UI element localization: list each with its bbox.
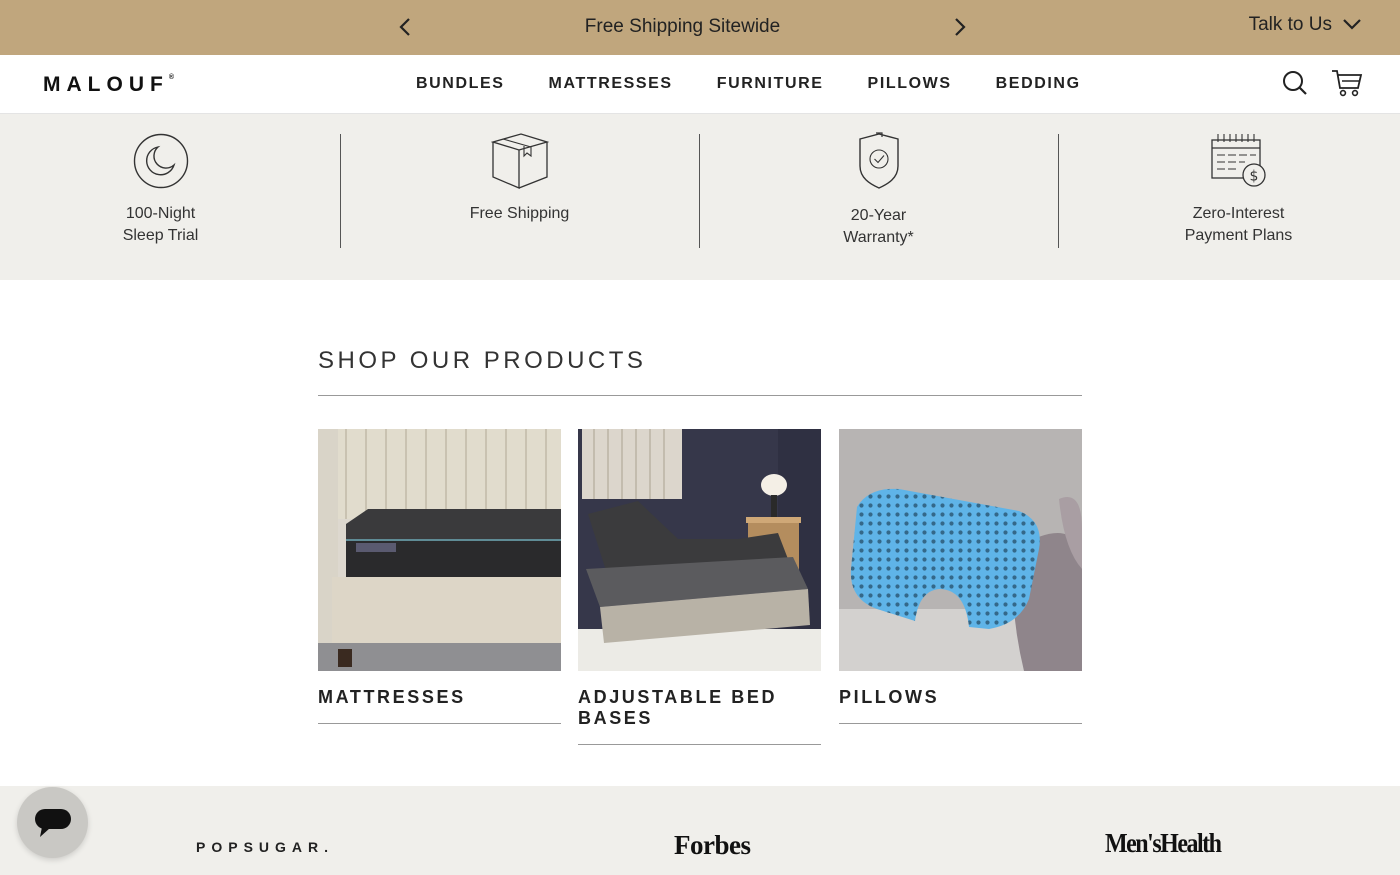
pillow-image [839, 429, 1082, 671]
benefits-strip: 100-Night Sleep Trial Free Shipping 20-Y… [0, 114, 1400, 280]
product-card-mattresses[interactable]: MATTRESSES [318, 429, 561, 724]
mattress-image [318, 429, 561, 671]
nav-bedding[interactable]: BEDDING [996, 75, 1081, 93]
moon-icon [132, 132, 190, 195]
announcement-message: Free Shipping Sitewide [584, 16, 781, 37]
nav-furniture[interactable]: FURNITURE [717, 75, 824, 93]
benefit-label-line1: Free Shipping [469, 205, 570, 222]
press-strip: POPSUGAR. Forbes Men'sHealth [0, 786, 1400, 875]
benefit-payment-plans: $ Zero-Interest Payment Plans [1059, 114, 1400, 280]
benefit-label-line2: Warranty* [843, 229, 914, 246]
box-icon [490, 132, 549, 195]
product-card-adjustable-bed-bases[interactable]: ADJUSTABLE BED BASES [578, 429, 821, 745]
site-header: MALOUF® BUNDLES MATTRESSES FURNITURE PIL… [0, 55, 1400, 114]
calendar-dollar-icon: $ [1210, 132, 1268, 195]
chevron-down-icon [1342, 14, 1362, 36]
malouf-logo[interactable]: MALOUF® [43, 73, 174, 97]
benefit-label-line2: Payment Plans [1184, 227, 1293, 244]
talk-to-us-label: Talk to Us [1248, 14, 1332, 35]
benefit-label-line2: Sleep Trial [122, 227, 199, 244]
adjustable-base-image [578, 429, 821, 671]
nav-bundles[interactable]: BUNDLES [416, 75, 505, 93]
popsugar-logo: POPSUGAR. [196, 839, 335, 855]
svg-text:$: $ [1249, 169, 1258, 185]
benefit-free-shipping: Free Shipping [340, 114, 699, 280]
announcement-bar: Free Shipping Sitewide Talk to Us [0, 0, 1400, 55]
benefit-label-line1: 100-Night [125, 205, 196, 222]
chevron-right-icon[interactable] [947, 14, 973, 40]
benefit-label-line1: 20-Year [850, 207, 907, 224]
mens-health-logo: Men'sHealth [1105, 828, 1222, 859]
benefit-label-line1: Zero-Interest [1192, 205, 1285, 222]
divider [318, 395, 1082, 396]
chat-button[interactable] [17, 787, 88, 858]
product-name: PILLOWS [839, 687, 940, 707]
chat-icon [34, 808, 71, 837]
product-name: ADJUSTABLE BED BASES [578, 687, 778, 728]
benefit-sleep-trial: 100-Night Sleep Trial [0, 114, 340, 280]
forbes-logo: Forbes [674, 830, 751, 860]
product-card-pillows[interactable]: PILLOWS [839, 429, 1082, 724]
nav-pillows[interactable]: PILLOWS [868, 75, 952, 93]
benefit-warranty: 20-Year Warranty* [699, 114, 1058, 280]
divider [318, 723, 561, 724]
shop-section-title: SHOP OUR PRODUCTS [318, 347, 647, 374]
talk-to-us-button[interactable]: Talk to Us [1249, 14, 1362, 36]
cart-icon[interactable] [1331, 68, 1363, 98]
nav-mattresses[interactable]: MATTRESSES [549, 75, 673, 93]
divider [578, 744, 821, 745]
shield-check-icon [857, 132, 901, 195]
search-icon[interactable] [1281, 69, 1311, 99]
divider [839, 723, 1082, 724]
product-name: MATTRESSES [318, 687, 466, 707]
main-nav: BUNDLES MATTRESSES FURNITURE PILLOWS BED… [394, 75, 1103, 93]
